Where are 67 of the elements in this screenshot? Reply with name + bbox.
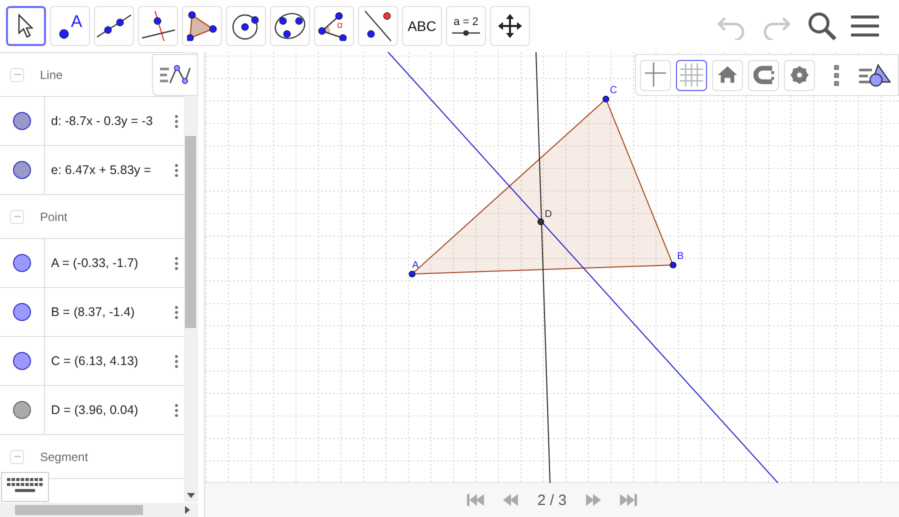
algebra-view-toggle[interactable] bbox=[152, 54, 198, 96]
visibility-dot[interactable] bbox=[13, 303, 31, 321]
menu-icon[interactable] bbox=[851, 14, 879, 38]
scrollbar-thumb[interactable] bbox=[185, 136, 196, 328]
point-label: D bbox=[544, 208, 552, 220]
keyboard-button[interactable] bbox=[1, 472, 49, 502]
collapse-toggle[interactable] bbox=[10, 450, 24, 464]
scrollbar-thumb[interactable] bbox=[15, 505, 143, 515]
tool-button[interactable]: a = 2 bbox=[446, 6, 486, 46]
algebra-entry[interactable]: B = (8.37, -1.4) bbox=[51, 305, 135, 319]
scroll-right-arrow-icon[interactable] bbox=[185, 506, 190, 514]
move-arrows-icon bbox=[497, 13, 523, 39]
visibility-dot[interactable] bbox=[13, 401, 31, 419]
home-icon bbox=[718, 66, 738, 83]
more-options-icon[interactable] bbox=[175, 306, 178, 318]
point-label: C bbox=[610, 85, 618, 96]
search-icon[interactable] bbox=[807, 11, 837, 41]
algebra-entry[interactable]: d: -8.7x - 0.3y = -3 bbox=[51, 114, 153, 128]
axes-icon bbox=[644, 62, 667, 88]
point[interactable] bbox=[670, 262, 676, 268]
algebra-entry[interactable]: A = (-0.33, -1.7) bbox=[51, 256, 138, 270]
scroll-down-arrow-icon[interactable] bbox=[187, 493, 195, 498]
triangle-icon bbox=[187, 11, 217, 41]
tool-button[interactable] bbox=[6, 6, 46, 46]
slider-label: a = 2 bbox=[454, 16, 478, 28]
visibility-dot[interactable] bbox=[13, 112, 31, 130]
point-icon bbox=[58, 28, 70, 40]
point[interactable] bbox=[408, 270, 416, 278]
group-heading: Point bbox=[40, 210, 68, 224]
text-tool-label: ABC bbox=[408, 18, 436, 34]
more-options-icon[interactable] bbox=[175, 164, 178, 176]
magnet-icon bbox=[753, 66, 774, 84]
more-options-icon[interactable] bbox=[175, 404, 178, 416]
algebra-entry[interactable]: e: 6.47x + 5.83y = bbox=[51, 163, 152, 177]
visibility-dot[interactable] bbox=[13, 254, 31, 272]
point-label: A bbox=[412, 260, 419, 271]
grid-icon bbox=[679, 62, 704, 88]
collapse-toggle[interactable] bbox=[10, 68, 24, 82]
collapse-toggle[interactable] bbox=[10, 210, 24, 224]
style-bar-toggle-icon[interactable] bbox=[858, 62, 892, 88]
settings-icon bbox=[790, 65, 810, 85]
point[interactable] bbox=[602, 96, 610, 102]
algebra-entry[interactable]: C = (6.13, 4.13) bbox=[51, 354, 138, 368]
more-options-icon[interactable] bbox=[175, 256, 178, 270]
more-options-icon[interactable] bbox=[834, 64, 839, 86]
more-options-icon[interactable] bbox=[175, 354, 178, 368]
algebra-graph-icon bbox=[159, 63, 191, 87]
style-bar-button[interactable] bbox=[676, 60, 707, 90]
ellipse-through-points-icon bbox=[273, 11, 307, 41]
line-through-points-icon bbox=[95, 13, 133, 39]
page-indicator: 2 / 3 bbox=[537, 492, 567, 508]
algebra-entry[interactable]: D = (3.96, 0.04) bbox=[51, 403, 138, 417]
point-label: A bbox=[70, 12, 82, 32]
perpendicular-line-icon bbox=[140, 10, 176, 42]
slider-icon bbox=[452, 30, 480, 36]
more-options-icon[interactable] bbox=[175, 114, 178, 128]
angle-label: α bbox=[337, 20, 343, 31]
tool-button[interactable]: ABC bbox=[402, 6, 442, 46]
visibility-dot[interactable] bbox=[13, 352, 31, 370]
line-d[interactable] bbox=[536, 52, 550, 483]
point-label: B bbox=[677, 251, 684, 262]
group-heading: Segment bbox=[40, 450, 88, 464]
tool-button[interactable]: A bbox=[50, 6, 90, 46]
visibility-dot[interactable] bbox=[13, 161, 31, 179]
point[interactable] bbox=[538, 218, 544, 226]
group-heading: Line bbox=[40, 68, 63, 82]
tool-button[interactable]: α bbox=[314, 6, 354, 46]
